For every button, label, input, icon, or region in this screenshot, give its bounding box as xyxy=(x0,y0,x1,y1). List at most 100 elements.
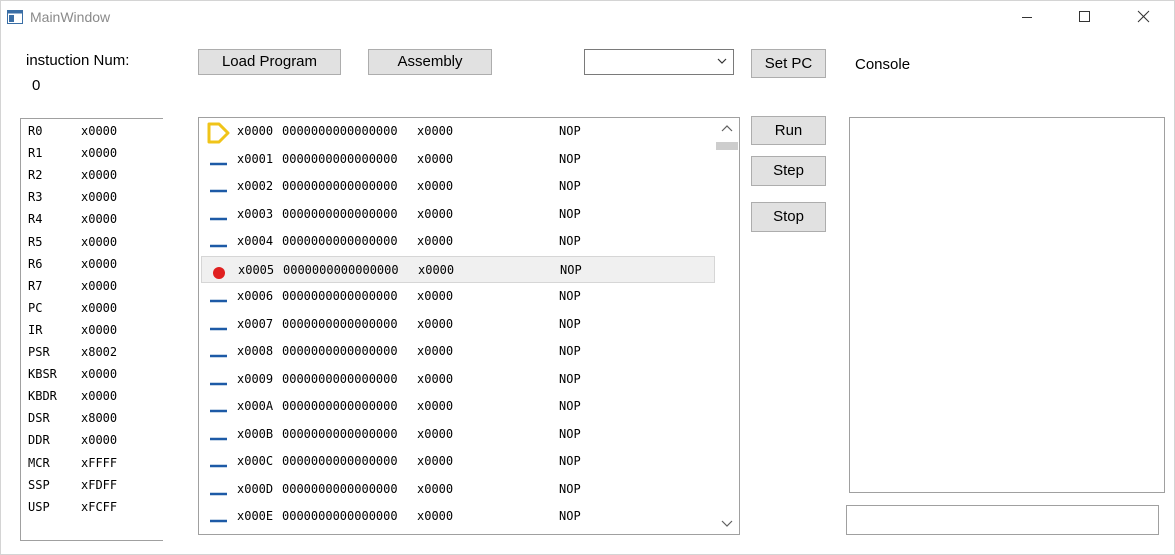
register-value: x0000 xyxy=(81,367,118,382)
memory-instruction: NOP xyxy=(559,371,581,386)
memory-hex: x0000 xyxy=(417,344,454,358)
memory-instruction: NOP xyxy=(559,151,581,166)
register-name: R3 xyxy=(28,190,43,205)
dash-icon[interactable] xyxy=(206,452,230,474)
memory-bits: 0000000000000000 xyxy=(282,316,398,331)
memory-address: x0007 xyxy=(237,316,274,331)
memory-row[interactable]: x0001 0000000000000000 x0000 NOP xyxy=(201,146,715,173)
memory-hex: x0000 xyxy=(417,124,454,138)
dash-icon[interactable] xyxy=(206,480,230,502)
maximize-button[interactable] xyxy=(1062,0,1108,34)
memory-row[interactable]: x0004 0000000000000000 x0000 NOP xyxy=(201,228,715,255)
memory-hex: x0000 xyxy=(417,399,454,413)
memory-bits: 0000000000000000 xyxy=(282,234,398,248)
memory-instruction: NOP xyxy=(559,509,581,523)
close-button[interactable] xyxy=(1120,0,1166,34)
memory-row[interactable]: x0002 0000000000000000 x0000 NOP xyxy=(201,173,715,200)
memory-bits: 0000000000000000 xyxy=(282,509,398,523)
memory-row[interactable]: x0000 0000000000000000 x0000 NOP xyxy=(201,118,715,145)
dash-icon[interactable] xyxy=(206,315,230,337)
memory-instruction: NOP xyxy=(559,344,581,358)
assembly-button[interactable]: Assembly xyxy=(368,49,492,75)
console-output[interactable] xyxy=(849,117,1165,493)
stop-button[interactable]: Stop xyxy=(751,202,826,232)
memory-address: x000B xyxy=(237,426,274,441)
memory-row[interactable]: x0003 0000000000000000 x0000 NOP xyxy=(201,201,715,228)
register-name: R1 xyxy=(28,146,43,161)
step-button[interactable]: Step xyxy=(751,156,826,186)
console-input[interactable] xyxy=(846,505,1159,535)
pc-select-combo[interactable] xyxy=(584,49,734,75)
console-label: Console xyxy=(855,56,911,73)
memory-instruction: NOP xyxy=(559,454,581,468)
memory-row[interactable]: x0008 0000000000000000 x0000 NOP xyxy=(201,338,715,365)
memory-hex: x0000 xyxy=(417,289,454,303)
memory-address: x000E xyxy=(237,509,274,523)
memory-address: x0008 xyxy=(237,344,274,358)
load-program-button[interactable]: Load Program xyxy=(198,49,341,75)
dash-icon[interactable] xyxy=(206,232,230,254)
memory-row[interactable]: x0007 0000000000000000 x0000 NOP xyxy=(201,311,715,338)
memory-instruction: NOP xyxy=(559,234,581,248)
minimize-button[interactable] xyxy=(1004,0,1050,34)
memory-bits: 0000000000000000 xyxy=(282,289,398,303)
register-name: MCR xyxy=(28,455,50,470)
close-icon xyxy=(1137,10,1150,23)
memory-bits: 0000000000000000 xyxy=(282,371,398,386)
dash-icon[interactable] xyxy=(206,342,230,364)
breakpoint-icon[interactable] xyxy=(207,261,231,283)
memory-instruction: NOP xyxy=(559,206,581,221)
memory-hex: x0000 xyxy=(417,509,454,523)
dash-icon[interactable] xyxy=(206,287,230,309)
memory-address: x000C xyxy=(237,454,274,468)
dash-icon[interactable] xyxy=(206,205,230,227)
memory-bits: 0000000000000000 xyxy=(282,124,398,138)
dash-icon[interactable] xyxy=(206,397,230,419)
scroll-thumb[interactable] xyxy=(716,142,738,150)
dash-icon[interactable] xyxy=(206,507,230,529)
memory-hex: x0000 xyxy=(417,454,454,468)
register-name: R7 xyxy=(28,278,43,293)
memory-hex: x0000 xyxy=(417,426,454,441)
register-value: x0000 xyxy=(81,322,118,337)
register-value: x8000 xyxy=(81,411,118,426)
memory-row[interactable]: x000E 0000000000000000 x0000 NOP xyxy=(201,503,715,530)
register-value: x0000 xyxy=(81,190,118,205)
memory-instruction: NOP xyxy=(559,399,581,413)
chevron-up-icon[interactable] xyxy=(721,124,733,134)
set-pc-button[interactable]: Set PC xyxy=(751,49,826,78)
memory-bits: 0000000000000000 xyxy=(282,399,398,413)
dash-icon[interactable] xyxy=(206,177,230,199)
memory-row[interactable]: x0005 0000000000000000 x0000 NOP xyxy=(201,255,715,283)
app-icon xyxy=(7,10,23,24)
dash-icon[interactable] xyxy=(206,425,230,447)
instruction-num-value: 0 xyxy=(32,77,41,94)
memory-row[interactable]: x0006 0000000000000000 x0000 NOP xyxy=(201,283,715,310)
memory-bits: 0000000000000000 xyxy=(282,179,398,193)
register-name: KBDR xyxy=(28,389,57,404)
memory-scrollbar[interactable] xyxy=(716,118,738,534)
dash-icon[interactable] xyxy=(206,150,230,172)
memory-list[interactable]: x0000 0000000000000000 x0000 NOP x0001 000000… xyxy=(198,117,740,535)
register-value: x0000 xyxy=(81,300,118,315)
register-value: x0000 xyxy=(81,168,118,183)
memory-bits: 0000000000000000 xyxy=(283,262,399,277)
memory-bits: 0000000000000000 xyxy=(282,151,398,166)
memory-row[interactable]: x000B 0000000000000000 x0000 NOP xyxy=(201,421,715,448)
memory-row[interactable]: x0009 0000000000000000 x0000 NOP xyxy=(201,366,715,393)
memory-instruction: NOP xyxy=(559,179,581,193)
register-name: R2 xyxy=(28,168,43,183)
pc-arrow-icon[interactable] xyxy=(206,122,230,144)
memory-hex: x0000 xyxy=(418,262,455,277)
memory-row[interactable]: x000A 0000000000000000 x0000 NOP xyxy=(201,393,715,420)
dash-icon[interactable] xyxy=(206,370,230,392)
chevron-down-icon[interactable] xyxy=(721,518,733,528)
register-value: x0000 xyxy=(81,256,118,271)
memory-bits: 0000000000000000 xyxy=(282,206,398,221)
register-name: KBSR xyxy=(28,367,57,382)
register-list[interactable]: R0 x0000 R1 x0000 R2 x0000 R3 x0000 R4 x0000 R5 x00… xyxy=(20,118,163,541)
memory-row[interactable]: x000C 0000000000000000 x0000 NOP xyxy=(201,448,715,475)
run-button[interactable]: Run xyxy=(751,116,826,145)
memory-hex: x0000 xyxy=(417,234,454,248)
memory-row[interactable]: x000D 0000000000000000 x0000 NOP xyxy=(201,476,715,503)
